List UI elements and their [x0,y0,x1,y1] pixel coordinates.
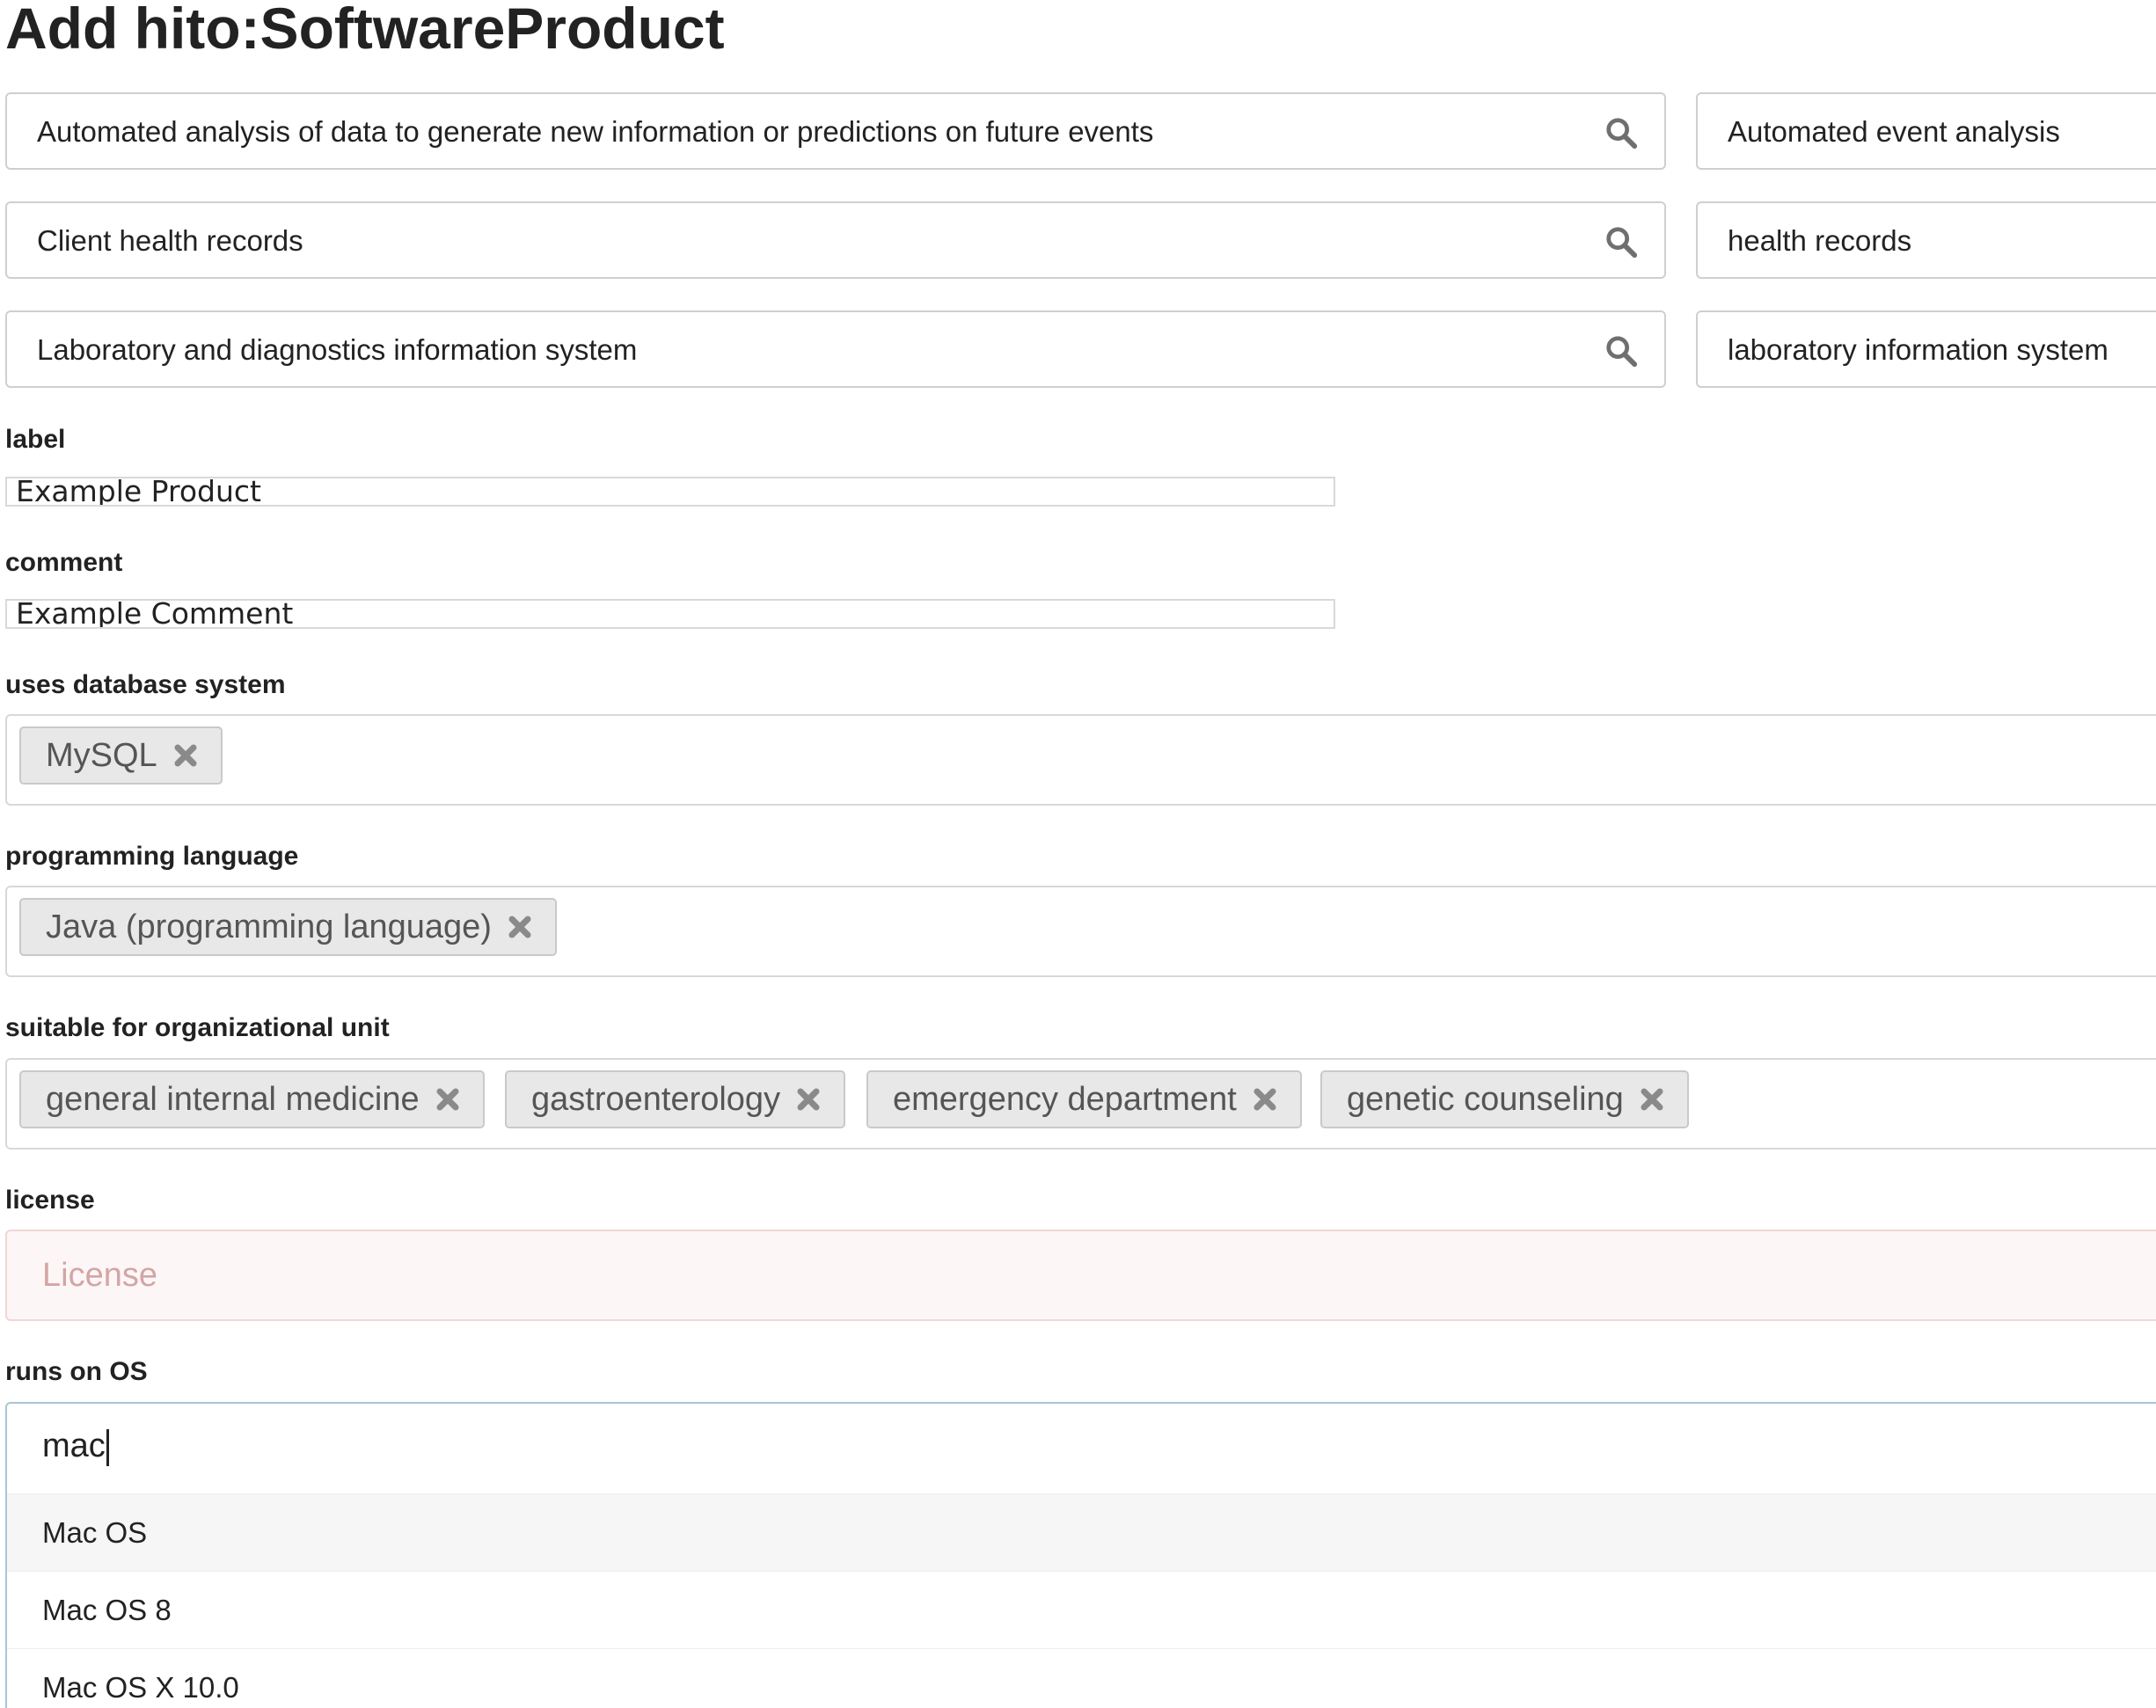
tag: Java (programming language) [19,898,557,956]
database-tag-input[interactable]: MySQL [5,714,2156,806]
search-input[interactable]: Laboratory and diagnostics information s… [5,310,1666,388]
page-title: Add hito:SoftwareProduct [5,0,725,61]
language-field-label: programming language [5,842,299,871]
close-icon[interactable] [435,1087,460,1112]
search-result[interactable]: laboratory information system [1696,310,2156,388]
search-row: Automated analysis of data to generate n… [0,92,2156,173]
search-row: Laboratory and diagnostics information s… [0,310,2156,391]
database-field-label: uses database system [5,670,286,699]
tag-label: MySQL [46,737,157,774]
close-icon[interactable] [1640,1087,1664,1112]
tag: genetic counseling [1320,1070,1689,1128]
comment-field-label: comment [5,548,123,577]
close-icon[interactable] [508,915,532,939]
search-query[interactable]: Automated analysis of data to generate n… [37,94,1153,170]
tag: emergency department [866,1070,1302,1128]
license-placeholder: License [42,1257,157,1294]
search-input[interactable]: Automated analysis of data to generate n… [5,92,1666,170]
org-unit-field-label: suitable for organizational unit [5,1013,390,1042]
label-input[interactable]: Example Product [5,477,1335,507]
os-option[interactable]: Mac OS 8 [7,1571,2156,1648]
os-autocomplete[interactable]: mac Mac OS Mac OS 8 Mac OS X 10.0 [5,1402,2156,1708]
search-query[interactable]: Laboratory and diagnostics information s… [37,312,637,388]
search-result[interactable]: health records [1696,201,2156,279]
search-query[interactable]: Client health records [37,203,303,279]
os-option[interactable]: Mac OS X 10.0 [7,1648,2156,1708]
os-input-text: mac [42,1427,106,1464]
os-search-input[interactable]: mac [42,1404,109,1488]
close-icon[interactable] [173,743,198,768]
tag-label: emergency department [893,1081,1237,1118]
org-unit-tag-input[interactable]: general internal medicine gastroenterolo… [5,1058,2156,1150]
tag: general internal medicine [19,1070,485,1128]
close-icon[interactable] [796,1087,821,1112]
search-icon[interactable] [1604,116,1638,150]
search-input[interactable]: Client health records [5,201,1666,279]
license-input[interactable]: License [5,1230,2156,1321]
tag-label: general internal medicine [46,1081,420,1118]
language-tag-input[interactable]: Java (programming language) [5,886,2156,977]
search-icon[interactable] [1604,334,1638,368]
tag: MySQL [19,726,223,785]
search-result-label: Automated event analysis [1728,115,2060,148]
tag-label: Java (programming language) [46,909,492,945]
search-result-label: laboratory information system [1728,333,2108,366]
tag: gastroenterology [505,1070,846,1128]
tag-label: gastroenterology [531,1081,781,1118]
text-cursor [106,1428,109,1466]
tag-label: genetic counseling [1347,1081,1624,1118]
comment-input[interactable]: Example Comment [5,599,1335,629]
search-row: Client health records health records [0,201,2156,282]
label-field-label: label [5,425,66,454]
os-field-label: runs on OS [5,1357,148,1386]
search-result[interactable]: Automated event analysis [1696,92,2156,170]
license-field-label: license [5,1186,95,1215]
close-icon[interactable] [1253,1087,1277,1112]
os-option[interactable]: Mac OS [7,1493,2156,1571]
search-result-label: health records [1728,224,1912,257]
search-icon[interactable] [1604,225,1638,259]
